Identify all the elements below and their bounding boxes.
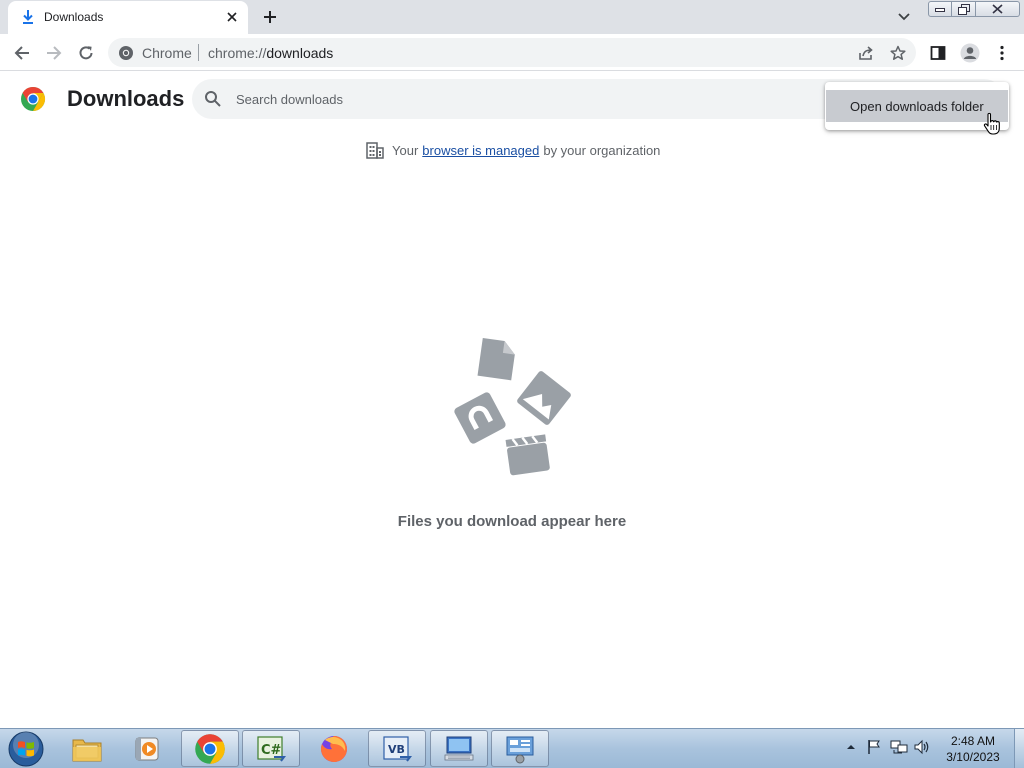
taskbar-media-player[interactable]: [118, 730, 176, 767]
svg-text:C#: C#: [261, 743, 282, 758]
empty-state-message: Files you download appear here: [397, 513, 627, 530]
managed-suffix: by your organization: [543, 142, 661, 158]
tab-strip: Downloads: [0, 0, 1024, 34]
file-explorer-icon: [72, 739, 102, 761]
url-text: chrome://downloads: [208, 45, 333, 61]
downloads-page: Downloads Your browser is ma: [0, 72, 1024, 728]
managed-prefix: Your: [392, 142, 419, 158]
arrow-right-icon: [47, 46, 62, 60]
address-bar[interactable]: Chrome chrome://downloads: [108, 38, 916, 67]
url-scheme: chrome://: [208, 45, 267, 61]
vb-icon: VB: [383, 735, 412, 762]
window-minimize-button[interactable]: [928, 1, 952, 17]
firefox-icon: [321, 735, 347, 762]
share-icon: [859, 46, 873, 60]
csharp-icon: C#: [257, 735, 286, 762]
taskbar-visual-basic[interactable]: VB: [368, 730, 426, 767]
action-center-tray[interactable]: [865, 738, 883, 756]
computer-icon: [444, 736, 474, 760]
omnibox-separator: [198, 44, 199, 61]
clock-date: 3/10/2023: [946, 750, 1000, 764]
window-restore-button[interactable]: [952, 1, 976, 17]
taskbar-file-explorer[interactable]: [58, 730, 116, 767]
network-tray[interactable]: [890, 738, 908, 756]
chrome-menu-button[interactable]: [989, 40, 1015, 66]
chrome-icon: [195, 733, 225, 764]
chrome-logo-icon: [21, 87, 46, 111]
browser-toolbar: Chrome chrome://downloads: [0, 34, 1024, 71]
plus-icon: [264, 11, 276, 23]
chevron-down-icon: [898, 13, 910, 21]
volume-tray[interactable]: [913, 738, 931, 756]
image-icon: [517, 371, 571, 425]
page-title: Downloads: [67, 86, 185, 111]
search-icon: [205, 91, 221, 107]
profile-button[interactable]: [957, 40, 983, 66]
show-hidden-icons-icon: [847, 745, 855, 749]
taskbar-control-panel[interactable]: [491, 730, 549, 767]
back-button[interactable]: [9, 40, 35, 66]
hand-cursor-icon: [983, 112, 1000, 135]
window-close-button[interactable]: [976, 1, 1020, 17]
system-clock[interactable]: 2:48 AM 3/10/2023: [938, 733, 1008, 765]
screen: Downloads Chrome chrome://downloads Down…: [0, 0, 1024, 768]
video-icon: [505, 434, 550, 476]
kebab-menu-icon: [1000, 45, 1004, 61]
tab-downloads[interactable]: Downloads: [8, 1, 248, 34]
taskbar-firefox[interactable]: [305, 730, 363, 767]
url-path: downloads: [266, 45, 334, 61]
browser-managed-link[interactable]: browser is managed: [422, 143, 539, 158]
site-chip-label: Chrome: [142, 45, 192, 61]
clock-time: 2:48 AM: [950, 734, 996, 748]
forward-button[interactable]: [41, 40, 67, 66]
search-input[interactable]: [236, 79, 816, 119]
show-hidden-icons-button[interactable]: [842, 738, 860, 756]
arrow-left-icon: [14, 46, 29, 60]
volume-icon: [914, 739, 929, 755]
building-icon: [366, 142, 384, 159]
start-button[interactable]: [5, 730, 47, 768]
restore-icon: [957, 3, 970, 15]
minimize-icon: [935, 8, 945, 12]
star-icon: [890, 45, 906, 60]
taskbar-chrome[interactable]: [181, 730, 239, 767]
tab-close-button[interactable]: [222, 7, 242, 27]
reload-icon: [79, 46, 93, 60]
tab-title: Downloads: [44, 10, 104, 24]
downloads-action-menu: Open downloads folder: [825, 82, 1009, 130]
taskbar-computer[interactable]: [430, 730, 488, 767]
network-icon: [890, 740, 908, 754]
svg-text:VB: VB: [388, 743, 405, 756]
open-downloads-folder-item[interactable]: Open downloads folder: [826, 90, 1008, 122]
audio-icon: [454, 392, 506, 444]
tab-search-button[interactable]: [893, 7, 915, 27]
bookmark-button[interactable]: [888, 43, 908, 63]
close-icon: [992, 4, 1003, 14]
control-panel-icon: [506, 736, 534, 763]
managed-notice: Your browser is managed by your organiza…: [366, 140, 660, 160]
show-desktop-button[interactable]: [1014, 729, 1024, 768]
empty-state-illustration: [454, 337, 571, 476]
windows-taskbar: C# VB 2:48 AM 3/10/2023: [0, 728, 1024, 768]
close-icon: [227, 12, 237, 22]
download-icon: [23, 10, 33, 24]
media-player-icon: [135, 737, 159, 760]
taskbar-csharp[interactable]: C#: [242, 730, 300, 767]
chrome-site-icon: [119, 46, 133, 60]
action-center-flag-icon: [868, 740, 880, 754]
reload-button[interactable]: [73, 40, 99, 66]
windows-start-icon: [8, 731, 44, 767]
new-tab-button[interactable]: [258, 6, 282, 28]
side-panel-button[interactable]: [925, 40, 951, 66]
document-icon: [477, 337, 515, 381]
side-panel-icon: [930, 46, 946, 60]
profile-icon: [960, 43, 980, 63]
share-button[interactable]: [856, 43, 876, 63]
